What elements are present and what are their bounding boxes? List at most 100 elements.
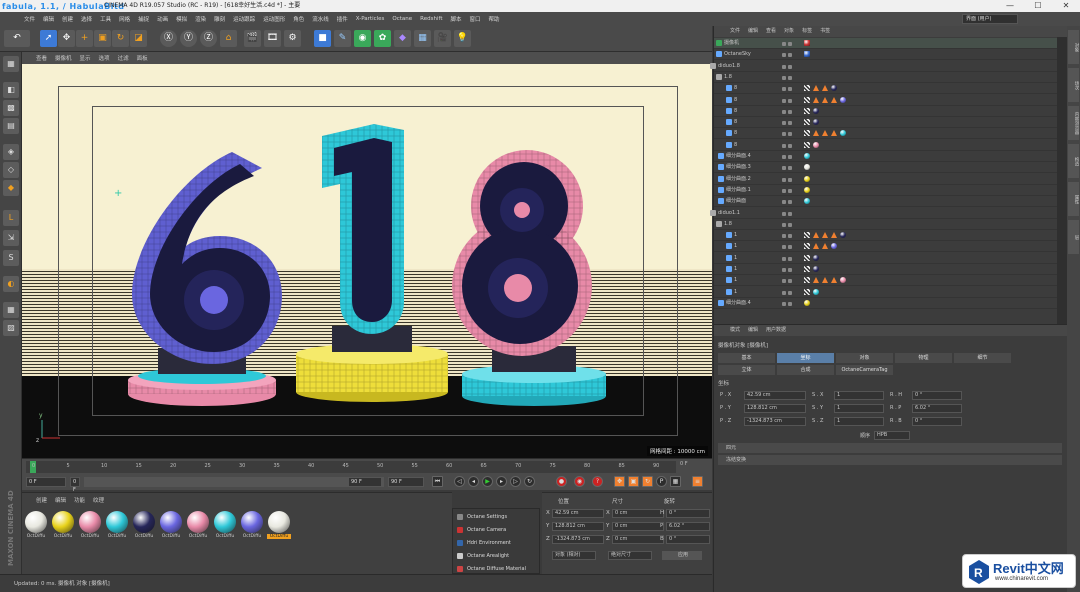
side-tab[interactable]: 层 [1068, 220, 1079, 254]
viewport-menu-item[interactable]: 面板 [137, 54, 148, 62]
uvw-tag-icon[interactable] [804, 141, 810, 148]
floor-icon[interactable]: ▦ [414, 30, 431, 47]
array-icon[interactable]: ✿ [374, 30, 391, 47]
material-swatch[interactable]: OctDiffu [186, 511, 210, 539]
octane-menu-item[interactable]: Octane Settings [455, 511, 539, 523]
visibility-toggle[interactable] [782, 119, 796, 126]
material-swatch[interactable]: OctDiffu [105, 511, 129, 539]
object-row[interactable]: diduo1.8 [710, 61, 1058, 72]
coord-rotation-field[interactable]: 0 ° [666, 535, 710, 544]
attribute-tab[interactable]: OctaneCameraTag [836, 365, 893, 375]
material-tag-icon[interactable] [840, 96, 846, 103]
z-axis-icon[interactable]: Ⓩ [200, 30, 217, 47]
menu-item[interactable]: 运动图形 [263, 15, 285, 23]
coord-size-field[interactable]: 0 cm [612, 535, 664, 544]
visibility-toggle[interactable] [782, 85, 796, 92]
close-button[interactable]: ✕ [1052, 0, 1080, 12]
object-menu-item[interactable]: 标签 [802, 26, 812, 37]
attr-scale-field[interactable]: 1 [834, 391, 884, 400]
visibility-toggle[interactable] [782, 289, 796, 295]
viewport[interactable]: y z + 网格间距 : 10000 cm [22, 64, 712, 458]
visibility-toggle[interactable] [782, 221, 796, 227]
material-swatch[interactable]: OctDiffu [240, 511, 264, 539]
attribute-tab[interactable]: 细节 [954, 353, 1011, 363]
visibility-toggle[interactable] [782, 51, 796, 58]
material-swatch[interactable]: OctDiffu [51, 511, 75, 539]
side-tab[interactable]: 内容浏览器 [1068, 106, 1079, 140]
undo-icon[interactable]: ↶ [4, 30, 30, 47]
material-swatch[interactable]: OctDiffu [78, 511, 102, 539]
material-tag-icon[interactable] [813, 288, 819, 295]
key-position-icon[interactable]: ✥ [614, 476, 625, 487]
material-menu-item[interactable]: 纹理 [93, 496, 104, 504]
attr-position-field[interactable]: 128.812 cm [744, 404, 806, 413]
material-tag-icon[interactable] [804, 186, 810, 193]
object-row[interactable]: 1 [714, 230, 1058, 242]
visibility-toggle[interactable] [782, 40, 796, 46]
visibility-toggle[interactable] [782, 142, 796, 148]
object-row[interactable]: 8 [714, 83, 1058, 95]
next-frame-icon[interactable]: ▸ [496, 476, 507, 487]
octane-menu-item[interactable]: Octane Camera [455, 524, 539, 536]
timeline-ruler[interactable]: 0 5 10 15 20 25 30 35 40 45 50 55 60 65 70 75 80 85 90 [26, 461, 676, 473]
model-mode-icon[interactable]: ◧ [3, 82, 19, 98]
key-param-icon[interactable]: P [656, 476, 667, 487]
polygons-mode-icon[interactable]: ◆ [3, 180, 19, 196]
attribute-tab[interactable]: 对象 [836, 353, 893, 363]
light-icon[interactable]: 💡 [454, 30, 471, 47]
attribute-menu-item[interactable]: 编辑 [748, 325, 758, 336]
play-icon[interactable]: ▶ [482, 476, 493, 487]
material-menu-item[interactable]: 功能 [74, 496, 85, 504]
menu-item[interactable]: 网格 [119, 15, 130, 23]
visibility-toggle[interactable] [782, 266, 796, 272]
phong-tag-icon[interactable] [822, 243, 828, 250]
object-row[interactable]: 细分曲面.4 [714, 151, 1058, 162]
material-swatch[interactable]: OctDiffu [213, 511, 237, 539]
material-swatch[interactable]: OctDiffu [132, 511, 156, 539]
material-tag-icon[interactable] [813, 119, 819, 126]
object-row[interactable]: 1 [714, 241, 1058, 253]
material-tag-icon[interactable] [813, 266, 819, 272]
edges-mode-icon[interactable]: ◇ [3, 162, 19, 178]
render-view-icon[interactable]: 🎬 [244, 30, 261, 47]
object-row[interactable]: 1 [714, 287, 1058, 298]
snap-icon[interactable]: S [3, 250, 19, 266]
object-row[interactable]: 细分曲面.2 [714, 174, 1058, 185]
coord-position-field[interactable]: -1324.873 cm [552, 535, 604, 544]
uvw-tag-icon[interactable] [804, 254, 810, 261]
uvw-tag-icon[interactable] [804, 232, 810, 239]
object-row[interactable]: 细分曲面.1 [714, 185, 1058, 196]
uvw-tag-icon[interactable] [804, 130, 810, 137]
visibility-toggle[interactable] [782, 187, 796, 193]
deformer-icon[interactable]: ◆ [394, 30, 411, 47]
visibility-toggle[interactable] [782, 232, 796, 239]
viewport-menu-item[interactable]: 摄像机 [55, 54, 72, 62]
material-tag-icon[interactable] [813, 141, 819, 148]
uvw-tag-icon[interactable] [804, 288, 810, 295]
loop-icon[interactable]: ↻ [524, 476, 535, 487]
material-swatch[interactable]: OctDiffu [267, 511, 291, 539]
viewport-menu-item[interactable]: 过滤 [118, 54, 129, 62]
object-row[interactable]: 1.8 [714, 219, 1058, 230]
phong-tag-icon[interactable] [813, 277, 819, 284]
menu-item[interactable]: 动画 [157, 15, 168, 23]
attribute-menu-item[interactable]: 模式 [730, 325, 740, 336]
attr-position-field[interactable]: 42.59 cm [744, 391, 806, 400]
phong-tag-icon[interactable] [813, 85, 819, 92]
side-tab[interactable]: 构造 [1068, 144, 1079, 178]
add-icon[interactable]: + [76, 30, 93, 47]
max-frame-field[interactable]: 90 F [388, 477, 424, 487]
visibility-toggle[interactable] [782, 164, 796, 171]
uvw-tag-icon[interactable] [804, 96, 810, 103]
object-menu-item[interactable]: 编辑 [748, 26, 758, 37]
object-menu-item[interactable]: 文件 [730, 26, 740, 37]
render-settings-icon[interactable]: ⚙ [284, 30, 301, 47]
subdivision-icon[interactable]: ◉ [354, 30, 371, 47]
material-tag-icon[interactable] [831, 85, 837, 92]
workplane-lock-icon[interactable]: ◐ [3, 276, 19, 292]
coord-system-icon[interactable]: ⌂ [220, 30, 237, 47]
object-row[interactable]: 1 [714, 253, 1058, 264]
octane-menu-item[interactable]: Hdri Environment [455, 537, 539, 549]
attribute-menu-item[interactable]: 用户数据 [766, 325, 786, 336]
octane-menu-item[interactable]: Octane Arealight [455, 550, 539, 562]
